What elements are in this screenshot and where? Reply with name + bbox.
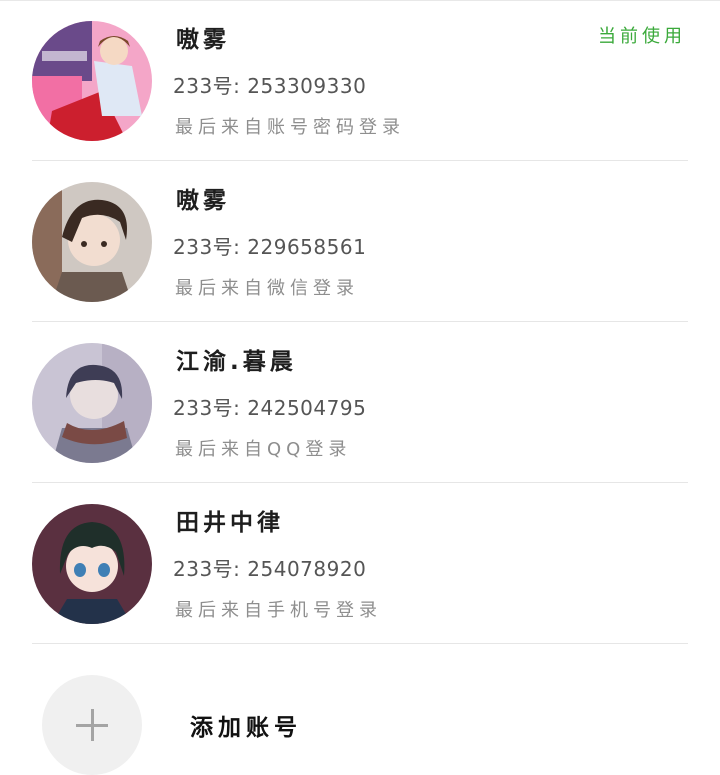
- account-name: 嗷雾: [176, 188, 230, 214]
- account-avatar: [32, 504, 152, 624]
- anime-boy-scarf-avatar-icon: [32, 343, 152, 463]
- account-name: 江渝.暮晨: [176, 349, 297, 375]
- anime-boy-brown-hair-avatar-icon: [32, 182, 152, 302]
- last-login-source: 最后来自QQ登录: [175, 439, 352, 460]
- last-login-source: 最后来自账号密码登录: [175, 117, 405, 138]
- account-number: 233号: 229658561: [173, 235, 367, 259]
- last-login-source: 最后来自微信登录: [175, 278, 359, 299]
- plus-icon[interactable]: [42, 675, 142, 775]
- account-item[interactable]: 江渝.暮晨 233号: 242504795 最后来自QQ登录: [32, 322, 688, 483]
- add-account-label: 添加账号: [190, 715, 302, 741]
- account-number: 233号: 253309330: [173, 74, 367, 98]
- account-item[interactable]: 嗷雾 当前使用 233号: 253309330 最后来自账号密码登录: [32, 0, 688, 161]
- account-number: 233号: 242504795: [173, 396, 367, 420]
- anime-boy-pink-background-avatar-icon: [32, 21, 152, 141]
- account-number: 233号: 254078920: [173, 557, 367, 581]
- add-account-row[interactable]: 添加账号: [32, 645, 688, 775]
- account-item[interactable]: 田井中律 233号: 254078920 最后来自手机号登录: [32, 483, 688, 644]
- anime-girl-green-hair-avatar-icon: [32, 504, 152, 624]
- account-item[interactable]: 嗷雾 233号: 229658561 最后来自微信登录: [32, 161, 688, 322]
- account-name: 嗷雾: [176, 27, 230, 53]
- account-avatar: [32, 343, 152, 463]
- last-login-source: 最后来自手机号登录: [175, 600, 382, 621]
- current-use-badge: 当前使用: [598, 26, 686, 47]
- account-avatar: [32, 21, 152, 141]
- account-name: 田井中律: [176, 510, 284, 536]
- account-avatar: [32, 182, 152, 302]
